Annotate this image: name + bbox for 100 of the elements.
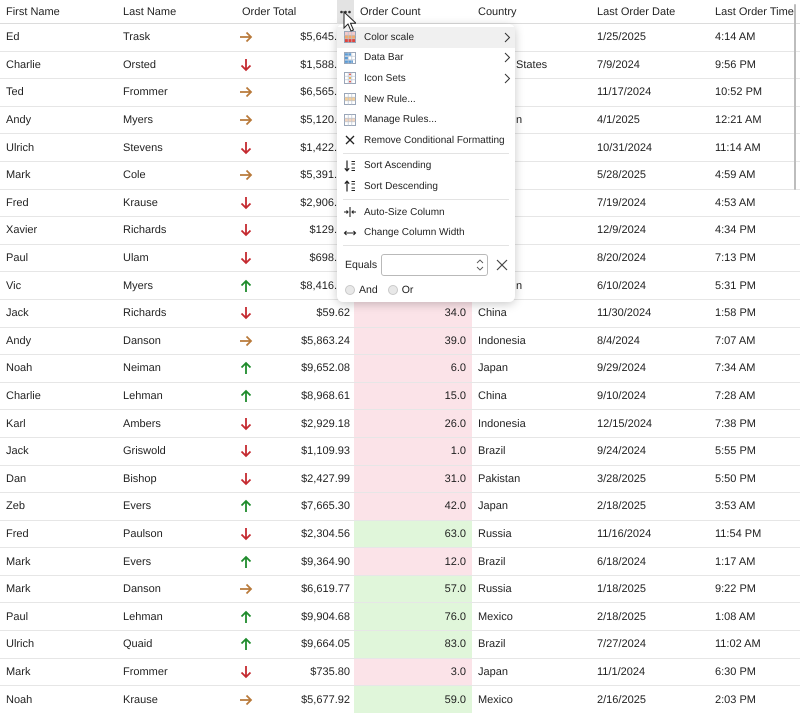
- table-cell-text: 8/20/2024: [596, 251, 647, 266]
- menu-item[interactable]: Manage Rules...: [337, 109, 515, 130]
- bar-grid-icon: [343, 50, 357, 65]
- column-header[interactable]: Last Name: [123, 6, 176, 18]
- table-cell-text: 3:53 AM: [714, 499, 756, 514]
- table-cell-text: Myers: [122, 278, 154, 294]
- table-cell-text: Zeb: [5, 499, 26, 514]
- table-cell-text: 7:07 AM: [714, 334, 756, 349]
- table-cell: 42.0: [354, 493, 472, 520]
- table-cell-text: Ulam: [122, 251, 150, 266]
- table-cell-text: 4:14 AM: [714, 30, 756, 46]
- table-cell: 39.0: [354, 328, 472, 354]
- order-total: $2,427.99: [301, 472, 350, 485]
- clear-button[interactable]: [494, 256, 510, 273]
- table-cell-text: n: [516, 113, 522, 128]
- table-cell-text: Paulson: [122, 526, 164, 542]
- column-resize-icon: [343, 205, 357, 220]
- table-cell-text: Mark: [5, 664, 32, 680]
- order-total: $5,645.: [300, 31, 337, 44]
- table-cell-text: 5:50 PM: [714, 472, 757, 487]
- table-cell-text: Charlie: [5, 58, 42, 73]
- table-cell: 76.0: [354, 603, 472, 630]
- menu-item[interactable]: Color scale: [337, 27, 515, 48]
- table-cell-text: Xavier: [5, 223, 38, 238]
- column-header[interactable]: Last Order Time: [715, 6, 794, 18]
- table-cell-text: 11:02 AM: [714, 637, 762, 652]
- order-total: $5,863.24: [301, 334, 350, 347]
- table-cell-text: Ulrich: [5, 140, 36, 156]
- menu-item[interactable]: Sort Ascending: [337, 156, 515, 176]
- menu-item[interactable]: Change Column Width: [337, 222, 515, 243]
- table-cell-text: Russia: [477, 526, 513, 542]
- menu-item[interactable]: Remove Conditional Formatting: [337, 130, 515, 151]
- table-cell-text: Mark: [5, 554, 32, 570]
- table-cell-text: States: [516, 58, 548, 73]
- table-cell-text: 2:03 PM: [714, 692, 757, 708]
- order-total: $8,968.61: [301, 390, 350, 402]
- column-header[interactable]: Country: [478, 6, 517, 18]
- order-total: $6,619.77: [301, 583, 350, 596]
- table-cell: 59.0: [354, 686, 472, 713]
- table-cell-text: Indonesia: [477, 416, 527, 432]
- order-total: $5,677.92: [301, 694, 350, 706]
- table-cell-text: 8/4/2024: [596, 334, 641, 349]
- table-cell-text: Mark: [5, 582, 32, 598]
- table-cell-text: 9:22 PM: [714, 582, 757, 598]
- table-cell-text: Griswold: [122, 444, 167, 460]
- table-cell-text: 7/27/2024: [596, 637, 647, 652]
- gradient-grid-icon: [343, 30, 357, 44]
- filter-label: Equals: [345, 258, 378, 271]
- table-cell-text: Brazil: [477, 554, 507, 570]
- column-header[interactable]: Last Order Date: [597, 6, 676, 18]
- column-header[interactable]: Order Count: [360, 6, 421, 18]
- table-cell-text: 9/29/2024: [596, 361, 647, 376]
- table-cell-text: Vic: [5, 278, 22, 294]
- table-cell: 31.0: [354, 466, 472, 492]
- table-cell-text: Noah: [5, 361, 34, 376]
- table-cell: 57.0: [354, 576, 472, 602]
- table-cell-text: 1/25/2025: [596, 30, 647, 46]
- table-cell-text: 1/18/2025: [596, 582, 647, 598]
- menu-item[interactable]: Auto-Size Column: [337, 202, 515, 222]
- table-cell: 12.0: [354, 548, 472, 575]
- table-cell-text: 12/9/2024: [596, 223, 647, 238]
- order-total: $1,588.: [300, 58, 337, 71]
- menu-item[interactable]: Icon Sets: [337, 68, 515, 89]
- order-total: $9,904.68: [301, 610, 350, 623]
- table-cell-text: Ulrich: [5, 637, 36, 652]
- table-cell-text: Evers: [122, 554, 152, 570]
- table-cell: 6.0: [354, 355, 472, 382]
- input-field[interactable]: [381, 254, 488, 276]
- table-cell-text: Mexico: [477, 610, 514, 625]
- table-cell-text: 7:13 PM: [714, 251, 757, 266]
- spinner-icon[interactable]: [476, 256, 484, 273]
- table-cell-text: Fred: [5, 526, 30, 542]
- radio-button[interactable]: Or: [388, 284, 414, 296]
- table-cell-text: 11/17/2024: [596, 85, 652, 100]
- order-total: $6,565.: [300, 86, 337, 98]
- table-cell: 63.0: [354, 520, 472, 548]
- more-icon: [340, 10, 351, 14]
- table-cell-text: Richards: [122, 306, 168, 322]
- scrollbar[interactable]: [794, 4, 796, 190]
- table-cell-text: Bishop: [122, 472, 158, 487]
- menu-item[interactable]: New Rule...: [337, 88, 515, 110]
- table-cell-text: Japan: [477, 664, 509, 680]
- table-cell-text: Fred: [5, 196, 30, 211]
- table-cell-text: 4/1/2025: [596, 113, 641, 128]
- table-cell-text: 11:14 AM: [714, 140, 762, 156]
- sort-descending-icon: [343, 179, 357, 194]
- chevron-right-icon: [504, 52, 511, 64]
- table-cell-text: Trask: [122, 30, 152, 46]
- column-header[interactable]: First Name: [6, 6, 60, 18]
- table-cell-text: Ted: [5, 85, 25, 100]
- table-cell-text: Jack: [5, 444, 30, 460]
- sort-ascending-icon: [343, 158, 357, 173]
- column-header[interactable]: Order Total: [242, 6, 296, 18]
- menu-item[interactable]: Sort Descending: [337, 176, 515, 197]
- table-cell-text: Neiman: [122, 361, 162, 376]
- table-cell-text: 9/24/2024: [596, 444, 647, 460]
- table-cell-text: Mark: [5, 168, 32, 184]
- order-total: $8,416.: [300, 280, 337, 292]
- radio-button[interactable]: And: [345, 284, 378, 296]
- menu-item[interactable]: Data Bar: [337, 48, 515, 68]
